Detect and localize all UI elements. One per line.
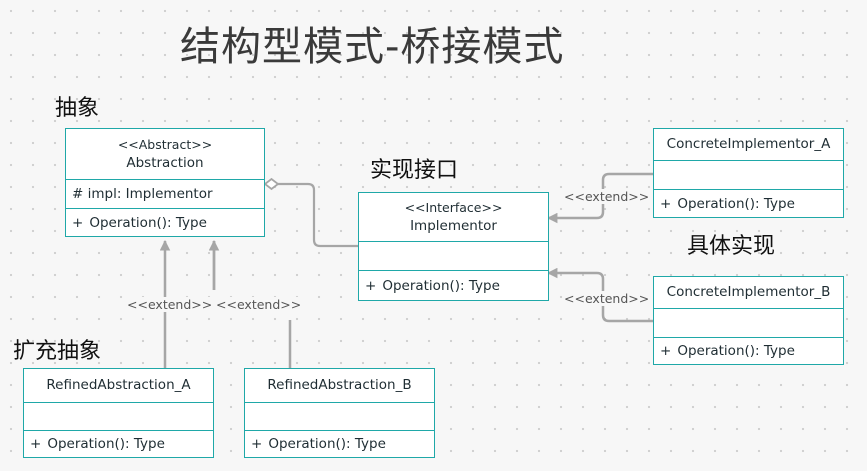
concrete-b-operation-section: + Operation(): Type [654,337,843,364]
implementor-attribute-section [359,241,548,270]
extend-label-concrete-b: <<extend>> [563,291,651,306]
refined-abstraction-a-class[interactable]: RefinedAbstraction_A + Operation(): Type [23,368,214,458]
implementor-class[interactable]: <<Interface>> Implementor + Operation():… [358,192,549,301]
refined-b-class-name: RefinedAbstraction_B [267,377,412,393]
extend-label-refined-b: <<extend>> [215,297,303,312]
aggregation-connector [278,182,358,248]
abstraction-operation: Operation(): Type [89,214,207,231]
concrete-b-class-name: ConcreteImplementor_B [666,284,831,300]
aggregation-diamond [263,177,280,191]
abstraction-stereotype: <<Abstract>> [117,137,213,152]
concrete-a-operation-section: + Operation(): Type [654,189,843,217]
concrete-a-operation-visibility: + [660,195,672,212]
concrete-a-class-name: ConcreteImplementor_A [666,136,831,152]
extend-label-refined-a: <<extend>> [126,297,214,312]
abstraction-class[interactable]: <<Abstract>> Abstraction # impl: Impleme… [65,128,265,237]
concrete-b-attribute-section [654,308,843,337]
concrete-a-attribute-section [654,160,843,189]
refined-b-class-header: RefinedAbstraction_B [245,369,434,402]
abstraction-attribute: # impl: Implementor [72,186,213,202]
refined-a-operation: Operation(): Type [47,436,165,452]
refined-b-operation-visibility: + [251,436,263,452]
abstraction-operation-section: + Operation(): Type [66,208,264,236]
abstraction-class-header: <<Abstract>> Abstraction [66,129,264,179]
implementor-stereotype: <<Interface>> [404,200,503,215]
refined-a-class-header: RefinedAbstraction_A [24,369,213,402]
concrete-b-operation-visibility: + [660,343,672,359]
implementor-operation: Operation(): Type [382,277,500,294]
refined-b-operation-section: + Operation(): Type [245,430,434,457]
concrete-implementor-a-class[interactable]: ConcreteImplementor_A + Operation(): Typ… [653,128,844,218]
concrete-b-class-header: ConcreteImplementor_B [654,277,843,308]
abstraction-attribute-section: # impl: Implementor [66,179,264,208]
extend-label-concrete-a: <<extend>> [563,189,651,204]
implementor-class-name: Implementor [410,218,497,234]
refined-a-operation-section: + Operation(): Type [24,430,213,457]
refined-abstraction-b-class[interactable]: RefinedAbstraction_B + Operation(): Type [244,368,435,458]
abstraction-class-name: Abstraction [126,155,204,171]
concrete-implementor-b-class[interactable]: ConcreteImplementor_B + Operation(): Typ… [653,276,844,365]
refined-a-operation-visibility: + [30,436,42,452]
refined-a-class-name: RefinedAbstraction_A [46,377,191,393]
concrete-b-operation: Operation(): Type [677,343,795,359]
abstraction-operation-visibility: + [72,214,84,231]
implementor-class-header: <<Interface>> Implementor [359,193,548,241]
concrete-a-class-header: ConcreteImplementor_A [654,129,843,160]
implementor-operation-section: + Operation(): Type [359,270,548,300]
implementor-operation-visibility: + [365,277,377,294]
refined-b-operation: Operation(): Type [268,436,386,452]
concrete-a-operation: Operation(): Type [677,195,795,212]
refined-b-attribute-section [245,402,434,430]
refined-a-attribute-section [24,402,213,430]
